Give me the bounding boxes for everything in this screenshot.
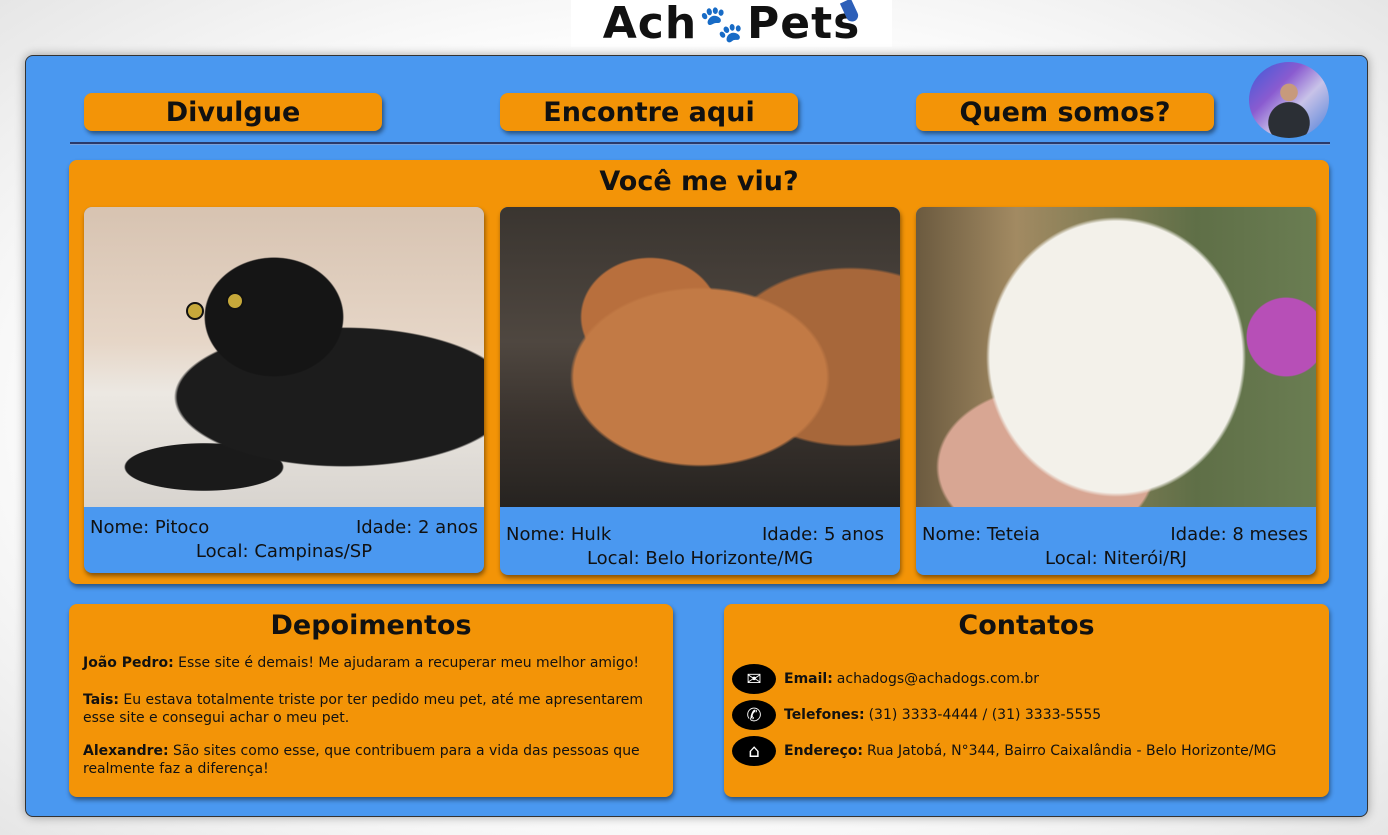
- contact-label: Telefones:: [784, 707, 865, 723]
- contact-phone: ✆ Telefones: (31) 3333-4444 / (31) 3333-…: [732, 700, 1101, 730]
- contact-label: Email:: [784, 671, 833, 687]
- pet-age: Idade: 2 anos: [355, 517, 478, 538]
- pet-card[interactable]: Nome: Hulk Idade: 5 anos Local: Belo Hor…: [500, 207, 900, 575]
- contact-email: ✉ Email: achadogs@achadogs.com.br: [732, 664, 1039, 694]
- testimonials-panel: Depoimentos João Pedro: Esse site é dema…: [69, 604, 673, 797]
- nav-divider: [70, 142, 1330, 145]
- pet-card[interactable]: Nome: Teteia Idade: 8 meses Local: Niter…: [916, 207, 1316, 575]
- contacts-panel: Contatos ✉ Email: achadogs@achadogs.com.…: [724, 604, 1329, 797]
- testimonial-author: João Pedro:: [83, 655, 174, 671]
- testimonial: Tais: Eu estava totalmente triste por te…: [83, 691, 653, 727]
- contact-address: ⌂ Endereço: Rua Jatobá, N°344, Bairro Ca…: [732, 736, 1276, 766]
- pet-name: Nome: Hulk: [506, 524, 612, 545]
- testimonials-title: Depoimentos: [270, 610, 472, 641]
- pet-location: Local: Campinas/SP: [195, 541, 373, 562]
- contact-value[interactable]: (31) 3333-4444 / (31) 3333-5555: [869, 707, 1102, 723]
- pet-name: Nome: Pitoco: [90, 517, 210, 538]
- pet-card[interactable]: Nome: Pitoco Idade: 2 anos Local: Campin…: [84, 207, 484, 573]
- testimonial-text: Eu estava totalmente triste por ter pedi…: [83, 692, 644, 726]
- pet-age: Idade: 5 anos: [761, 524, 884, 545]
- testimonial-text: Esse site é demais! Me ajudaram a recupe…: [178, 655, 639, 671]
- nav-label: Divulgue: [165, 96, 301, 128]
- main-frame: Divulgue Encontre aqui Quem somos? Você …: [25, 55, 1368, 817]
- user-avatar[interactable]: [1249, 62, 1329, 138]
- pet-name: Nome: Teteia: [922, 524, 1041, 545]
- pet-age: Idade: 8 meses: [1170, 524, 1308, 545]
- pet-location: Local: Belo Horizonte/MG: [586, 548, 814, 569]
- nav-quem-somos-button[interactable]: Quem somos?: [916, 93, 1214, 131]
- contacts-title: Contatos: [958, 610, 1095, 641]
- black-cat-photo: [84, 207, 484, 507]
- nav-divulgue-button[interactable]: Divulgue: [84, 93, 382, 131]
- logo: Ach 🐾 Pets: [571, 0, 892, 47]
- contact-value[interactable]: achadogs@achadogs.com.br: [837, 671, 1039, 687]
- cat-eye: [186, 302, 204, 320]
- home-icon: ⌂: [732, 736, 776, 766]
- testimonial-author: Alexandre:: [83, 743, 169, 759]
- testimonial: Alexandre: São sites como esse, que cont…: [83, 742, 653, 778]
- pet-info: Nome: Pitoco Idade: 2 anos Local: Campin…: [84, 507, 484, 573]
- testimonial-author: Tais:: [83, 692, 119, 708]
- envelope-icon: ✉: [732, 664, 776, 694]
- logo-text-a: Ach: [602, 0, 698, 47]
- cat-eye: [226, 292, 244, 310]
- brown-dog-photo: [500, 207, 900, 507]
- pet-location: Local: Niterói/RJ: [1045, 548, 1187, 569]
- pet-info: Nome: Teteia Idade: 8 meses Local: Niter…: [916, 507, 1316, 575]
- nav-encontre-button[interactable]: Encontre aqui: [500, 93, 798, 131]
- nav-label: Encontre aqui: [543, 96, 755, 128]
- white-cockatoo-photo: [916, 207, 1316, 507]
- pet-info: Nome: Hulk Idade: 5 anos Local: Belo Hor…: [500, 507, 900, 575]
- contact-label: Endereço:: [784, 743, 863, 759]
- nav-label: Quem somos?: [959, 96, 1171, 128]
- contact-value: Rua Jatobá, N°344, Bairro Caixalândia - …: [866, 743, 1277, 759]
- seen-title: Você me viu?: [599, 166, 799, 197]
- testimonial: João Pedro: Esse site é demais! Me ajuda…: [83, 654, 653, 672]
- paw-icon: 🐾: [699, 3, 745, 45]
- seen-panel: Você me viu? Nome: Pitoco Idade: 2 anos …: [69, 160, 1329, 584]
- phone-icon: ✆: [732, 700, 776, 730]
